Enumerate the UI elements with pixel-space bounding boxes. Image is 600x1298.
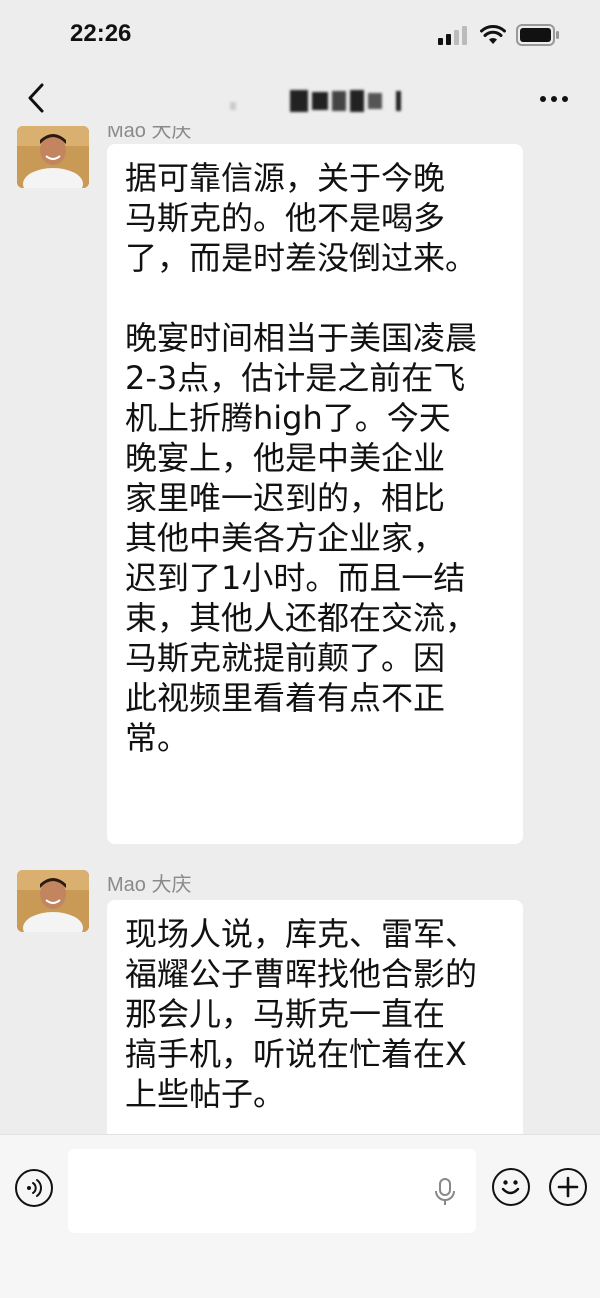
- nav-bar: [0, 70, 600, 126]
- chevron-left-icon: [28, 83, 44, 113]
- status-time: 22:26: [70, 20, 132, 47]
- back-button[interactable]: [18, 78, 54, 118]
- sender-name: Mao 大庆: [107, 126, 192, 142]
- voice-icon[interactable]: [15, 1169, 53, 1207]
- avatar[interactable]: [17, 126, 89, 188]
- status-icons: [438, 24, 560, 46]
- message-bubble[interactable]: 现场人说，库克、雷军、 福耀公子曹晖找他合影的 那会儿，马斯克一直在 搞手机，听…: [107, 900, 523, 1134]
- more-dots-icon[interactable]: [534, 84, 574, 114]
- avatar[interactable]: [17, 870, 89, 932]
- chat-area: Mao 大庆 据可靠信源，关于今晚 马斯克的。他不是喝多 了，而是时差没倒过来。…: [0, 126, 600, 1134]
- emoji-icon[interactable]: [492, 1168, 530, 1206]
- chat-title-redacted: [230, 88, 401, 114]
- battery-icon: [516, 24, 559, 46]
- message-bubble[interactable]: 据可靠信源，关于今晚 马斯克的。他不是喝多 了，而是时差没倒过来。 晚宴时间相当…: [107, 144, 523, 844]
- status-bar: 22:26: [0, 0, 600, 70]
- signal-icon: [438, 26, 467, 45]
- sender-name: Mao 大庆: [107, 874, 192, 896]
- input-bar: [0, 1134, 600, 1298]
- wifi-icon: [480, 25, 506, 44]
- message-input[interactable]: [68, 1149, 476, 1233]
- plus-icon[interactable]: [549, 1168, 587, 1206]
- microphone-icon[interactable]: [434, 1177, 456, 1207]
